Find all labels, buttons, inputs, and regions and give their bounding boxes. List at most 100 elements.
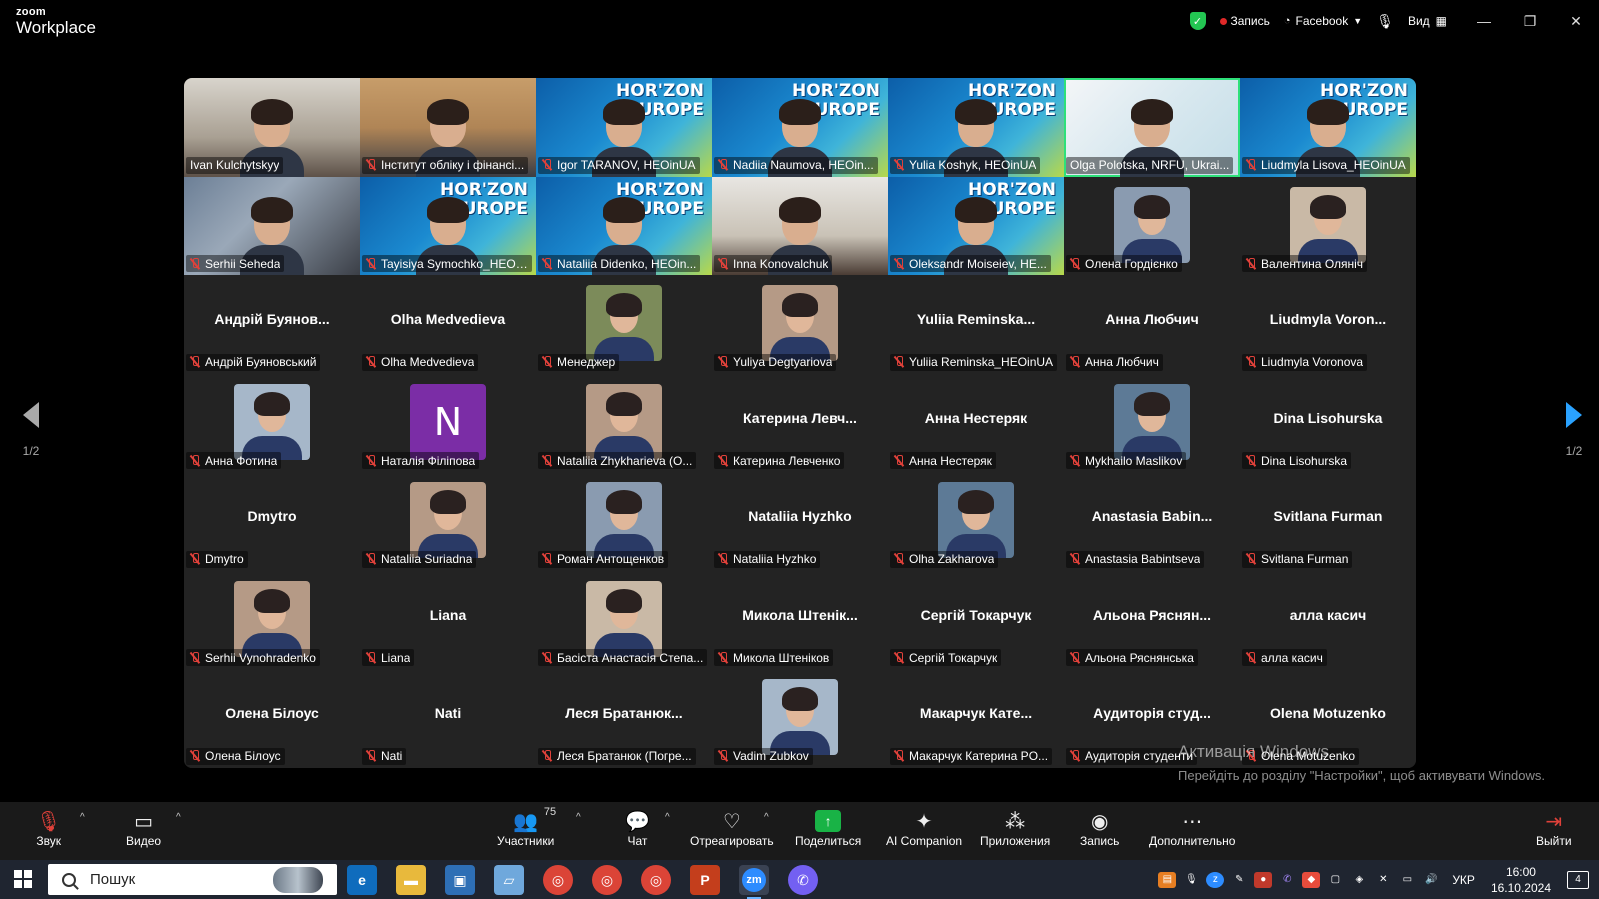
apps-button[interactable]: ⁂ Приложения (980, 808, 1050, 849)
edge-icon[interactable]: e (347, 865, 377, 895)
mic-status-icon[interactable]: 🎙 (1376, 13, 1394, 30)
video-options-chevron-icon[interactable]: ^ (176, 812, 181, 823)
leave-button[interactable]: ⇥ Выйти (1536, 808, 1572, 849)
clock[interactable]: 16:00 16.10.2024 (1491, 864, 1551, 896)
share-button[interactable]: ↑ Поделиться (795, 808, 861, 848)
volume-icon[interactable]: 🔊 (1422, 872, 1440, 888)
participant-tile[interactable]: Svitlana Furman Svitlana Furman (1240, 472, 1416, 571)
react-button[interactable]: ♡ Отреагировать (690, 808, 774, 849)
close-button[interactable]: ✕ (1553, 0, 1599, 42)
audio-options-chevron-icon[interactable]: ^ (80, 812, 85, 823)
remote-tray-icon[interactable]: ◈ (1350, 872, 1368, 888)
view-button[interactable]: Вид ▦ (1408, 14, 1447, 28)
next-page-button[interactable]: 1/2 (1559, 402, 1589, 458)
floppy-app-icon[interactable]: ▣ (445, 865, 475, 895)
participant-tile[interactable]: HOR'ZON EUROPE Nadiia Naumova, HEOin... (712, 78, 888, 177)
ai-companion-button[interactable]: ✦ AI Companion (886, 808, 962, 849)
participant-tile[interactable]: Менеджер (536, 275, 712, 374)
participant-tile[interactable]: Serhii Vynohradenko (184, 570, 360, 669)
participant-tile[interactable]: Nati Nati (360, 669, 536, 768)
participant-tile[interactable]: Liana Liana (360, 570, 536, 669)
notifications-icon[interactable]: 4 (1567, 870, 1589, 889)
participant-tile[interactable]: Катерина Левч... Катерина Левченко (712, 373, 888, 472)
viber-icon[interactable]: ✆ (788, 865, 818, 895)
participant-tile[interactable]: Анна Фотина (184, 373, 360, 472)
participant-tile[interactable]: Anastasia Babin... Anastasia Babintseva (1064, 472, 1240, 571)
participant-tile[interactable]: Анна Нестеряк Анна Нестеряк (888, 373, 1064, 472)
participant-tile[interactable]: Yuliya Degtyariova (712, 275, 888, 374)
participant-tile[interactable]: N Наталія Філіпова (360, 373, 536, 472)
participant-tile[interactable]: Макарчук Кате... Макарчук Катерина PO... (888, 669, 1064, 768)
participant-tile[interactable]: Liudmyla Voron... Liudmyla Voronova (1240, 275, 1416, 374)
participant-tile[interactable]: Басіста Анастасія Степа... (536, 570, 712, 669)
chrome-profile-2-icon[interactable]: ◎ (641, 865, 671, 895)
participant-tile[interactable]: Валентина Оляніч (1240, 176, 1416, 275)
participant-tile[interactable]: Mykhailo Maslikov (1064, 373, 1240, 472)
video-button[interactable]: ▭ Видео (126, 808, 161, 849)
participant-tile[interactable]: Сергій Токарчук Сергій Токарчук (888, 570, 1064, 669)
participant-tile[interactable]: Леся Братанюк... Леся Братанюк (Погре... (536, 669, 712, 768)
viber-tray-icon[interactable]: ✆ (1278, 872, 1296, 888)
participant-tile[interactable]: алла касич алла касич (1240, 570, 1416, 669)
participant-tile[interactable]: Микола Штенік... Микола Штеніков (712, 570, 888, 669)
participant-tile[interactable]: Інститут обліку і фінансі... (360, 78, 536, 177)
chrome-profile-icon[interactable]: ◎ (592, 865, 622, 895)
participant-tile[interactable]: Nataliia Hyzhko Nataliia Hyzhko (712, 472, 888, 571)
file-explorer-icon[interactable]: ▬ (396, 865, 426, 895)
participant-tile[interactable]: HOR'ZON EUROPE Igor TARANOV, HEOinUA (536, 78, 712, 177)
recorder-tray-icon[interactable]: ● (1254, 871, 1273, 888)
participant-tile[interactable]: Андрій Буянов... Андрій Буяновський (184, 275, 360, 374)
notes-app-icon[interactable]: ▱ (494, 865, 524, 895)
participant-tile[interactable]: Dina Lisohurska Dina Lisohurska (1240, 373, 1416, 472)
participant-tile[interactable]: HOR'ZON EUROPE Tayisiya Symochko_HEOi... (360, 176, 536, 275)
participant-tile[interactable]: HOR'ZON EUROPE Oleksandr Moiseiev, HE... (888, 176, 1064, 275)
participant-tile[interactable]: HOR'ZON EUROPE Nataliia Didenko, HEOin... (536, 176, 712, 275)
participant-tile[interactable]: Nataliia Zhykharieva (O... (536, 373, 712, 472)
participant-tile[interactable]: Nataliia Suriadna (360, 472, 536, 571)
participant-tile[interactable]: Dmytro Dmytro (184, 472, 360, 571)
participant-tile[interactable]: Inna Konovalchuk (712, 176, 888, 275)
participant-tile[interactable]: Альона Ряснян... Альона Ряснянська (1064, 570, 1240, 669)
participant-tile[interactable]: HOR'ZON EUROPE Liudmyla Lisova_HEOinUA (1240, 78, 1416, 177)
previous-page-button[interactable]: 1/2 (16, 402, 46, 458)
anydesk-tray-icon[interactable]: ◆ (1302, 871, 1321, 888)
recording-indicator[interactable]: Запись (1219, 14, 1270, 28)
participant-tile[interactable]: Анна Любчич Анна Любчич (1064, 275, 1240, 374)
chat-button[interactable]: 💬 Чат (625, 808, 650, 849)
participant-tile[interactable]: Olha Medvedieva Olha Medvedieva (360, 275, 536, 374)
record-button[interactable]: ◉ Запись (1080, 808, 1119, 849)
participant-tile[interactable]: Yuliia Reminska... Yuliia Reminska_HEOinU… (888, 275, 1064, 374)
encryption-shield-icon[interactable]: ✓ (1189, 12, 1206, 30)
participant-tile[interactable]: Vadim Zubkov (712, 669, 888, 768)
zoom-tray-icon[interactable]: z (1206, 871, 1225, 888)
participant-tile[interactable]: Ivan Kulchytskyy (184, 78, 360, 177)
restore-button[interactable]: ❐ (1507, 0, 1553, 42)
more-button[interactable]: ⋯ Дополнительно (1149, 808, 1235, 849)
language-indicator[interactable]: УКР (1452, 873, 1475, 887)
taskbar-search[interactable]: Пошук (48, 864, 337, 895)
react-options-chevron-icon[interactable]: ^ (764, 812, 769, 823)
zoom-taskbar-icon[interactable]: zm (739, 865, 769, 899)
monitor-tray-icon[interactable]: ▭ (1398, 872, 1416, 888)
powerpoint-icon[interactable]: P (690, 865, 720, 895)
microphone-tray-icon[interactable]: 🎙 (1182, 872, 1200, 888)
pen-tray-icon[interactable]: ✎ (1230, 872, 1248, 888)
participant-tile[interactable]: Роман Антощенков (536, 472, 712, 571)
chat-options-chevron-icon[interactable]: ^ (665, 812, 670, 823)
participant-tile[interactable]: Olga Polotska, NRFU, Ukrai... (1064, 78, 1240, 177)
minimize-button[interactable]: — (1461, 0, 1507, 42)
tray-app-icon[interactable]: ▤ (1158, 871, 1177, 888)
windows-start-button[interactable] (14, 870, 32, 888)
participants-button[interactable]: 👥 75 Участники (497, 806, 556, 848)
participant-tile[interactable]: Олена Білоус Олена Білоус (184, 669, 360, 768)
live-stream-button[interactable]: ◔ Facebook ▼ (1284, 14, 1362, 28)
participant-tile[interactable]: HOR'ZON EUROPE Yulia Koshyk, HEOinUA (888, 78, 1064, 177)
network-off-icon[interactable]: ✕ (1374, 872, 1392, 888)
meet-tray-icon[interactable]: ▢ (1326, 872, 1344, 888)
audio-button[interactable]: 🎙 Звук (36, 808, 61, 849)
participants-options-chevron-icon[interactable]: ^ (576, 812, 581, 823)
participant-tile[interactable]: Olha Zakharova (888, 472, 1064, 571)
chrome-icon[interactable]: ◎ (543, 865, 573, 895)
participant-tile[interactable]: Serhii Seheda (184, 176, 360, 275)
participant-tile[interactable]: Олена Гордієнко (1064, 176, 1240, 275)
